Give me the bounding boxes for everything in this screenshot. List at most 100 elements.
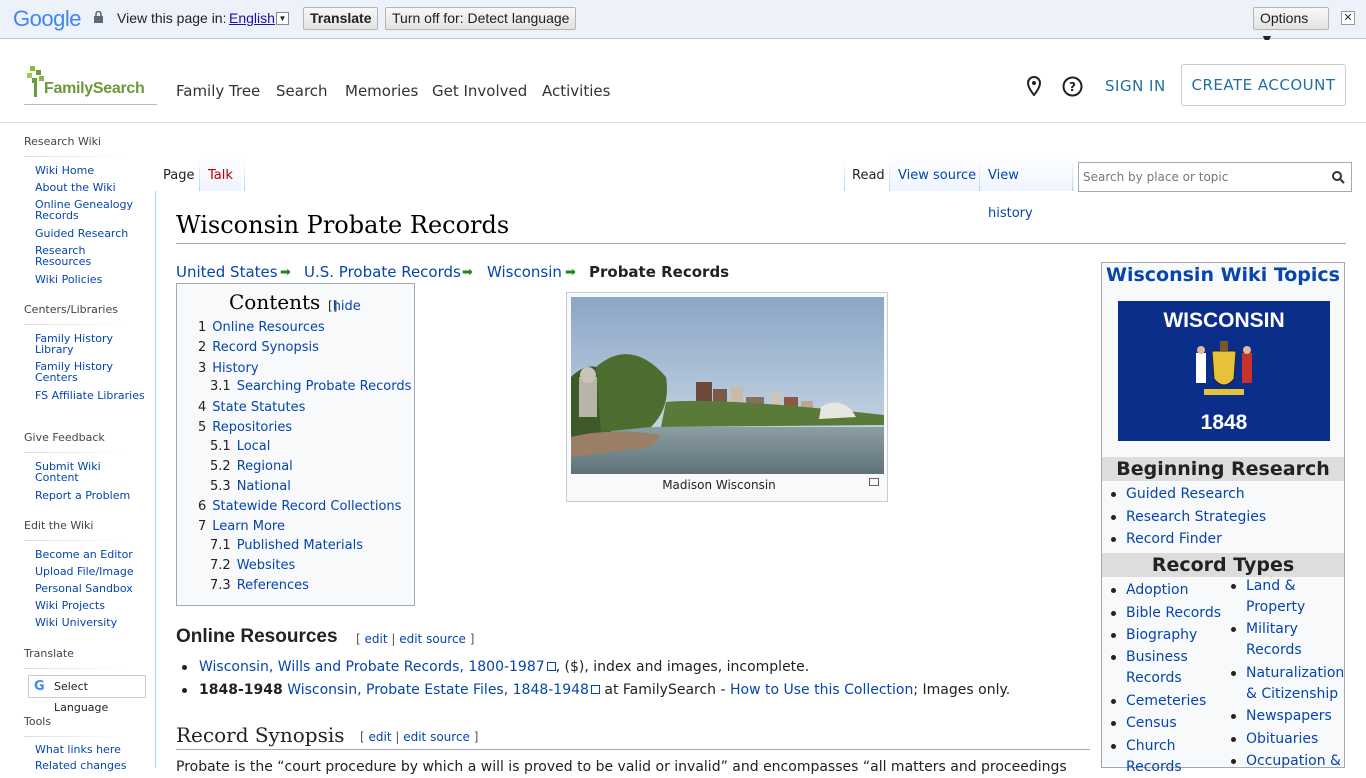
sidebar-item-family-history-centers[interactable]: Family History Centers [35,361,145,383]
sidebar-item-become-editor[interactable]: Become an Editor [35,549,145,560]
toc-hide-toggle[interactable]: [hide] [328,299,361,314]
arrow-right-icon: ➡ [462,265,473,280]
external-link[interactable]: Wisconsin, Wills and Probate Records, 18… [199,659,545,675]
tab-read[interactable]: Read [844,157,893,191]
help-icon[interactable]: ? [1062,76,1083,97]
toc-label: Learn More [212,519,285,534]
toc-item[interactable]: 7.3 References [210,578,309,593]
toc-item[interactable]: 6 Statewide Record Collections [198,499,401,514]
sidebar-item-family-history-library[interactable]: Family History Library [35,333,145,355]
topic-link-guided-research[interactable]: Guided Research [1126,484,1245,505]
sidebar-heading-research-wiki: Research Wiki [24,135,102,148]
sidebar-item-fs-affiliate-libraries[interactable]: FS Affiliate Libraries [35,390,145,401]
bullet [1111,492,1116,497]
topic-link-adoption[interactable]: Adoption [1126,580,1189,601]
select-language-dropdown[interactable]: G Select Language [28,675,146,714]
tab-page[interactable]: Page [155,157,203,191]
nav-activities[interactable]: Activities [542,82,610,100]
search-input[interactable]: Search by place or topic [1078,162,1352,192]
section-edit-links: [ edit | edit source ] [356,632,475,646]
toc-item[interactable]: 1 Online Resources [198,320,325,335]
topic-link-bible-records[interactable]: Bible Records [1126,603,1221,624]
how-to-use-link[interactable]: How to Use this Collection [730,682,913,698]
topic-link-research-strategies[interactable]: Research Strategies [1126,507,1266,528]
familysearch-logo[interactable]: FamilySearch [24,64,157,106]
breadcrumb-us-probate[interactable]: U.S. Probate Records [304,263,461,281]
topics-box-title[interactable]: Wisconsin Wiki Topics [1102,263,1344,287]
nav-get-involved[interactable]: Get Involved [432,82,527,100]
tab-talk[interactable]: Talk [200,157,241,191]
toc-item[interactable]: 4 State Statutes [198,400,305,415]
close-icon[interactable]: ✕ [1341,11,1355,25]
chevron-down-icon[interactable]: ▼ [276,12,289,25]
toc-item[interactable]: 5.2 Regional [210,459,293,474]
toc-num: 1 [198,320,207,335]
topic-link-record-finder[interactable]: Record Finder [1126,529,1222,550]
sign-in-link[interactable]: SIGN IN [1105,77,1166,95]
sidebar-item-wiki-home[interactable]: Wiki Home [35,165,145,176]
toc-item[interactable]: 7.1 Published Materials [210,538,363,553]
turn-off-button[interactable]: Turn off for: Detect language [385,7,577,30]
toc-item[interactable]: 5 Repositories [198,420,292,435]
edit-link[interactable]: edit [365,632,388,646]
topic-link-occupation[interactable]: Occupation & [1246,751,1341,772]
madison-skyline-image[interactable] [571,297,884,474]
nav-search[interactable]: Search [276,82,328,100]
toc-item[interactable]: 5.1 Local [210,439,270,454]
breadcrumb-wisconsin[interactable]: Wisconsin [487,263,562,281]
sidebar-item-report-problem[interactable]: Report a Problem [35,490,145,501]
sidebar-item-research-resources[interactable]: Research Resources [35,245,145,267]
topic-link-church-records[interactable]: Church Records [1126,736,1206,778]
topic-link-business-records[interactable]: Business Records [1126,647,1216,689]
options-button[interactable]: Options ▼ [1253,7,1329,47]
topic-link-military-records[interactable]: Military Records [1246,619,1316,661]
language-select[interactable]: English [229,10,275,26]
toc-title: Contents [229,290,321,314]
edit-source-link[interactable]: edit source [399,632,466,646]
sidebar-item-wiki-policies[interactable]: Wiki Policies [35,274,145,285]
toc-item[interactable]: 5.3 National [210,479,291,494]
create-account-button[interactable]: CREATE ACCOUNT [1181,64,1346,106]
sidebar-item-what-links-here[interactable]: What links here [35,744,145,755]
location-pin-icon[interactable] [1026,76,1042,96]
topic-link-census[interactable]: Census [1126,713,1177,734]
topic-link-land-property[interactable]: Land & Property [1246,576,1326,618]
tab-view-source[interactable]: View source [890,157,985,191]
sidebar-item-upload-file[interactable]: Upload File/Image [35,566,145,577]
search-icon[interactable] [1332,171,1345,184]
topic-link-biography[interactable]: Biography [1126,625,1197,646]
nav-memories[interactable]: Memories [345,82,418,100]
topic-link-newspapers[interactable]: Newspapers [1246,706,1332,727]
toc-label: Repositories [212,420,293,435]
sidebar-item-wiki-university[interactable]: Wiki University [35,617,145,628]
list-item-text: ; Images only. [913,682,1011,698]
toc-item[interactable]: 7.2 Websites [210,558,295,573]
sidebar-item-wiki-projects[interactable]: Wiki Projects [35,600,145,611]
nav-family-tree[interactable]: Family Tree [176,82,260,100]
toc-item[interactable]: 3.1 Searching Probate Records [210,379,411,394]
bullet [1111,655,1116,660]
external-link[interactable]: Wisconsin, Probate Estate Files, 1848-19… [287,682,589,698]
sidebar-item-personal-sandbox[interactable]: Personal Sandbox [35,583,145,594]
toc-item[interactable]: 7 Learn More [198,519,285,534]
sidebar-item-related-changes[interactable]: Related changes [35,760,145,771]
enlarge-icon[interactable] [869,478,879,486]
edit-link[interactable]: edit [369,730,392,744]
tab-view-history[interactable]: View history [980,157,1074,221]
breadcrumb-united-states[interactable]: United States [176,263,278,281]
sidebar-item-submit-wiki-content[interactable]: Submit Wiki Content [35,461,145,483]
sidebar-item-online-genealogy-records[interactable]: Online Genealogy Records [35,199,145,221]
topic-link-naturalization[interactable]: Naturalization & Citizenship [1246,663,1346,705]
wisconsin-flag-image[interactable]: WISCONSIN 1848 [1118,301,1330,441]
external-link-icon [546,662,556,671]
toc-item[interactable]: 3 History [198,361,259,376]
sidebar-item-guided-research[interactable]: Guided Research [35,228,145,239]
topic-link-obituaries[interactable]: Obituaries [1246,729,1318,750]
toc-item[interactable]: 2 Record Synopsis [198,340,319,355]
edit-source-link[interactable]: edit source [403,730,470,744]
translate-button[interactable]: Translate [303,7,379,30]
sidebar-item-about-wiki[interactable]: About the Wiki [35,182,145,193]
toc-hide-link[interactable]: hide [333,299,361,314]
topic-link-cemeteries[interactable]: Cemeteries [1126,691,1206,712]
bullet [1231,584,1236,589]
